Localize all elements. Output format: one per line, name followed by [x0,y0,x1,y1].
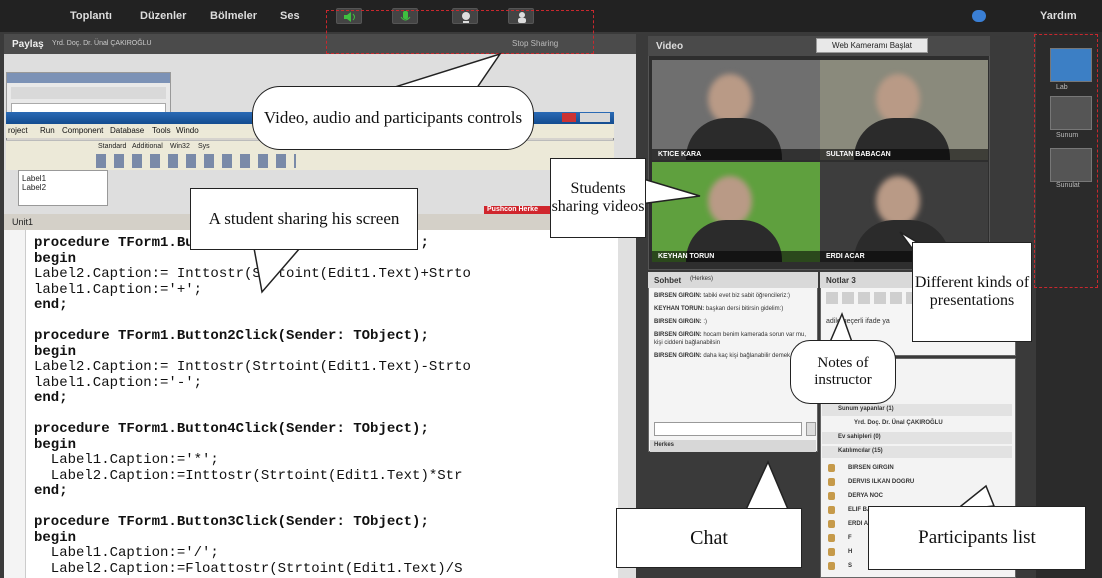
callout-students-videos: Students sharing videos [550,158,646,238]
callout-student-screen: A student sharing his screen [190,188,418,250]
callout-notes: Notes of instructor [790,340,896,404]
callout-participants: Participants list [868,506,1086,570]
callout-presentations: Different kinds of presentations [912,242,1032,342]
callout-chat: Chat [616,508,802,568]
callout-controls: Video, audio and participants controls [252,86,534,150]
adobe-connect-window: Toplantı Düzenler Bölmeler Ses Yardım Pa… [0,0,1102,578]
